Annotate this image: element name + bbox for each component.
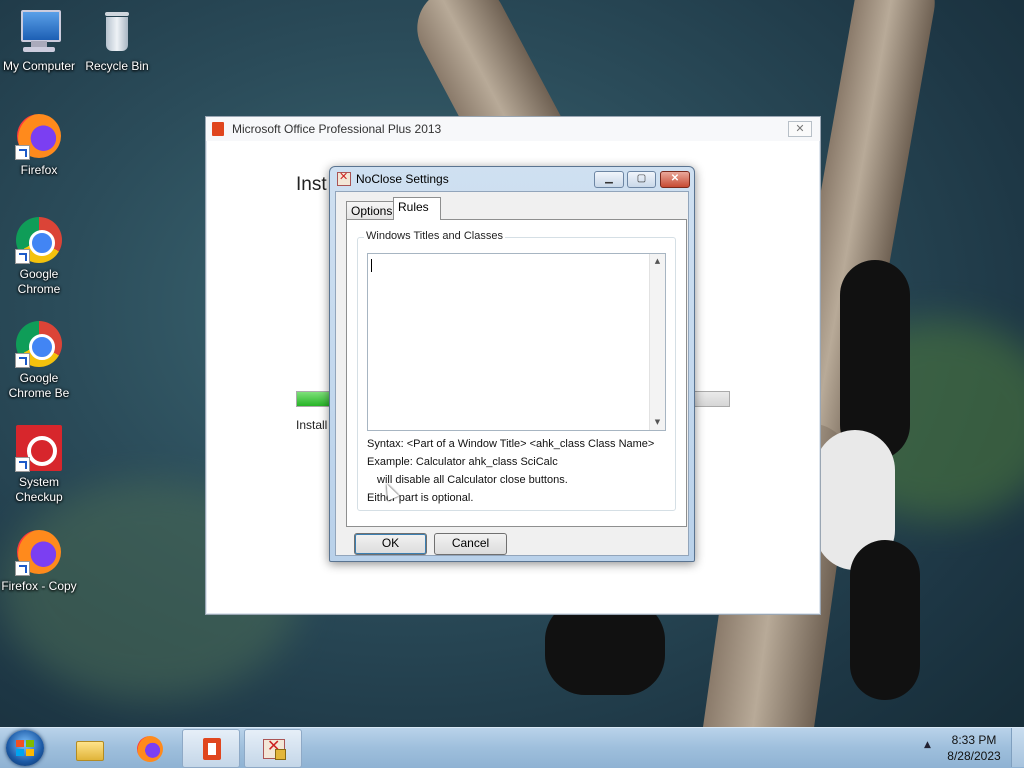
- shortcut-arrow-icon: [15, 457, 30, 472]
- clock-date: 8/28/2023: [947, 749, 1001, 763]
- chrome-icon: [15, 216, 63, 264]
- taskbar: ✕ ▲ 8:33 PM 8/28/2023: [0, 727, 1024, 768]
- desktop-icon-google-chrome[interactable]: Google Chrome: [0, 216, 78, 297]
- desktop-icon-firefox-copy[interactable]: Firefox - Copy: [0, 528, 78, 594]
- desktop-icon-label: Google Chrome: [17, 267, 61, 296]
- windows-titles-groupbox: Windows Titles and Classes ▲ ▼ Syntax: <…: [357, 230, 676, 511]
- noclose-settings-dialog: NoClose Settings ▁ ▢ ✕ Options Rules Win…: [329, 166, 695, 562]
- cancel-button[interactable]: Cancel: [434, 533, 507, 555]
- rules-textarea[interactable]: ▲ ▼: [367, 253, 666, 431]
- office-window-title: Microsoft Office Professional Plus 2013: [232, 122, 442, 136]
- taskbar-noclose[interactable]: ✕: [244, 729, 302, 768]
- example-detail-text: will disable all Calculator close button…: [377, 474, 568, 486]
- ok-button[interactable]: OK: [354, 533, 427, 555]
- windows-explorer-icon: [76, 736, 104, 761]
- example-text: Example: Calculator ahk_class SciCalc: [367, 456, 558, 468]
- taskbar-windows-explorer[interactable]: [60, 729, 116, 766]
- minimize-button[interactable]: ▁: [594, 171, 624, 188]
- scroll-up-icon[interactable]: ▲: [650, 254, 665, 269]
- optional-text: Either part is optional.: [367, 492, 474, 504]
- desktop-icon-my-computer[interactable]: My Computer: [0, 8, 78, 74]
- desktop-icon-label: Firefox - Copy: [1, 579, 77, 593]
- dialog-body: Options Rules Windows Titles and Classes…: [335, 191, 689, 556]
- office-title-bar[interactable]: Microsoft Office Professional Plus 2013: [206, 117, 820, 141]
- dialog-title: NoClose Settings: [356, 172, 449, 186]
- close-button[interactable]: ✕: [660, 171, 690, 188]
- start-button[interactable]: [6, 730, 44, 766]
- noclose-icon: [337, 170, 351, 186]
- office-icon: [212, 122, 224, 136]
- maximize-button[interactable]: ▢: [627, 171, 656, 188]
- group-label: Windows Titles and Classes: [364, 230, 505, 242]
- desktop-icon-label: My Computer: [2, 59, 76, 73]
- shortcut-arrow-icon: [15, 145, 30, 160]
- rules-tab-panel: Windows Titles and Classes ▲ ▼ Syntax: <…: [346, 219, 687, 527]
- shortcut-arrow-icon: [15, 353, 30, 368]
- desktop-icon-label: Recycle Bin: [85, 59, 149, 73]
- taskbar-firefox[interactable]: [121, 729, 177, 766]
- tab-rules[interactable]: Rules: [393, 197, 441, 220]
- firefox-icon: [15, 112, 63, 160]
- desktop-icon-system-checkup[interactable]: System Checkup: [0, 424, 78, 505]
- syntax-text: Syntax: <Part of a Window Title> <ahk_cl…: [367, 438, 655, 450]
- firefox-icon: [137, 736, 163, 762]
- office-close-button[interactable]: ✕: [788, 121, 812, 137]
- show-hidden-icons-icon[interactable]: ▲: [924, 740, 931, 750]
- system-checkup-icon: [15, 424, 63, 472]
- office-progress-fill: [297, 392, 333, 406]
- firefox-icon: [15, 528, 63, 576]
- dialog-title-bar[interactable]: NoClose Settings ▁ ▢ ✕: [330, 167, 694, 191]
- chrome-icon: [15, 320, 63, 368]
- desktop-icon-firefox[interactable]: Firefox: [0, 112, 78, 178]
- desktop-icon-label: System Checkup: [15, 475, 63, 504]
- tab-options[interactable]: Options: [346, 201, 394, 220]
- show-desktop-button[interactable]: [1011, 728, 1024, 767]
- system-clock[interactable]: 8:33 PM 8/28/2023: [940, 732, 1008, 764]
- desktop-icon-recycle-bin[interactable]: Recycle Bin: [78, 8, 156, 74]
- office-heading: Inst: [296, 174, 327, 195]
- desktop-icon-label: Google Chrome Be: [8, 371, 70, 400]
- noclose-icon: ✕: [261, 736, 286, 761]
- text-caret: [371, 259, 372, 272]
- computer-icon: [15, 8, 63, 56]
- shortcut-arrow-icon: [15, 561, 30, 576]
- vertical-scrollbar[interactable]: ▲ ▼: [649, 254, 665, 430]
- shortcut-arrow-icon: [15, 249, 30, 264]
- office-icon: [199, 737, 223, 761]
- desktop-icon-label: Firefox: [20, 163, 58, 177]
- office-status-text: Install: [296, 418, 328, 432]
- scroll-down-icon[interactable]: ▼: [650, 415, 665, 430]
- windows-logo-icon: [16, 740, 34, 756]
- recycle-bin-icon: [93, 8, 141, 56]
- clock-time: 8:33 PM: [951, 733, 997, 747]
- taskbar-office[interactable]: [182, 729, 240, 768]
- desktop-icon-google-chrome-beta[interactable]: Google Chrome Be: [0, 320, 78, 401]
